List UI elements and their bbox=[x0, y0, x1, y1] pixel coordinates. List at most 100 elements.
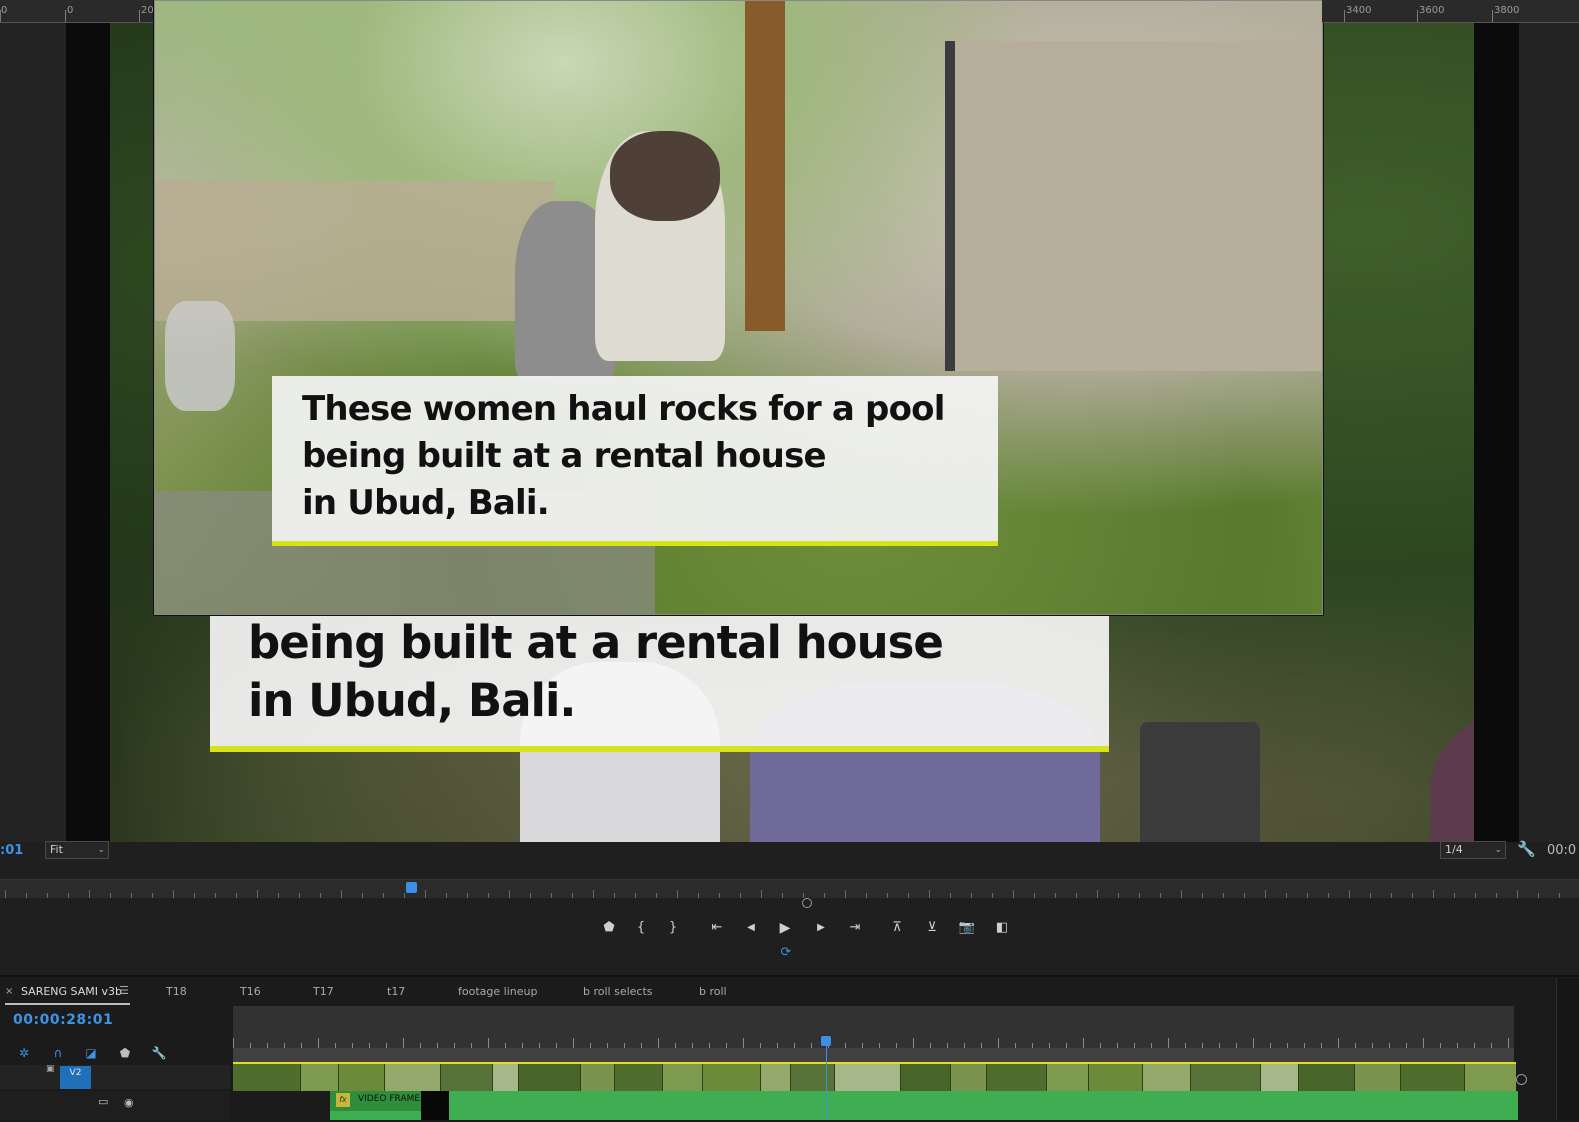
clip-thumbnail bbox=[493, 1064, 519, 1091]
step-forward-button[interactable]: ▶ bbox=[808, 918, 834, 938]
scrub-tick bbox=[803, 893, 804, 898]
snap-magnet-icon[interactable]: ∩ bbox=[49, 1046, 67, 1062]
scrub-tick bbox=[1559, 893, 1560, 898]
chevron-down-icon: ⌄ bbox=[97, 845, 105, 855]
scrub-tick bbox=[656, 893, 657, 898]
person-maroon bbox=[1430, 712, 1474, 842]
lift-button[interactable]: ⊼ bbox=[884, 918, 910, 938]
scrub-tick bbox=[1433, 890, 1434, 898]
zoom-level-value: Fit bbox=[50, 843, 63, 856]
ruler-tick bbox=[1492, 10, 1493, 22]
camera-icon[interactable]: ▭ bbox=[98, 1095, 108, 1108]
scrub-tick bbox=[1391, 893, 1392, 898]
go-to-in-button[interactable]: ⇤ bbox=[704, 918, 730, 938]
fx-badge[interactable]: fx bbox=[336, 1093, 350, 1107]
timeline-playhead[interactable] bbox=[821, 1036, 831, 1046]
clip-thumbnail bbox=[1355, 1064, 1401, 1091]
tab-t17[interactable]: T17 bbox=[313, 985, 334, 998]
clip-thumbnail bbox=[951, 1064, 987, 1091]
scrub-tick bbox=[1370, 893, 1371, 898]
resolution-value: 1/4 bbox=[1445, 843, 1463, 856]
scrub-playhead[interactable] bbox=[406, 882, 417, 893]
scrub-tick bbox=[572, 893, 573, 898]
comparison-view-button[interactable]: ◧ bbox=[989, 918, 1015, 938]
scrub-tick bbox=[530, 893, 531, 898]
play-button[interactable]: ▶ bbox=[772, 918, 798, 938]
video-frame-clip[interactable] bbox=[330, 1091, 1518, 1120]
overlay-video-frame[interactable]: These women haul rocks for a pool being … bbox=[154, 0, 1323, 615]
timeline-ruler[interactable] bbox=[233, 1006, 1514, 1048]
sync-lock-icon[interactable]: ▣ bbox=[46, 1064, 55, 1074]
playhead-timecode[interactable]: :01 bbox=[0, 843, 23, 858]
linked-selection-icon[interactable]: ◪ bbox=[82, 1046, 100, 1062]
scrub-tick bbox=[1328, 893, 1329, 898]
clip-thumbnail bbox=[1261, 1064, 1299, 1091]
playback-resolution-select[interactable]: 1/4 ⌄ bbox=[1440, 841, 1506, 859]
ruler-tick bbox=[65, 10, 66, 22]
track-v1-header[interactable] bbox=[0, 1091, 230, 1120]
clip-thumbnail bbox=[1089, 1064, 1143, 1091]
track-v2-target[interactable]: V2 bbox=[60, 1066, 91, 1089]
scrub-tick bbox=[1496, 893, 1497, 898]
tab-t17[interactable]: t17 bbox=[387, 985, 405, 998]
zoom-level-select[interactable]: Fit ⌄ bbox=[45, 841, 109, 859]
scrub-tick bbox=[824, 893, 825, 898]
close-tab-icon[interactable]: × bbox=[5, 986, 13, 997]
mark-in-button[interactable]: { bbox=[628, 918, 654, 938]
clip-thumbnail bbox=[615, 1064, 663, 1091]
scrub-tick bbox=[593, 890, 594, 898]
scrub-tick bbox=[866, 893, 867, 898]
tab-b-roll[interactable]: b roll bbox=[699, 985, 727, 998]
add-marker-button[interactable]: ⬟ bbox=[596, 918, 622, 938]
timeline-timecode[interactable]: 00:00:28:01 bbox=[13, 1012, 113, 1028]
step-back-button[interactable]: ◀ bbox=[738, 918, 764, 938]
scrub-tick bbox=[110, 893, 111, 898]
timeline-tick bbox=[913, 1038, 914, 1048]
tab-b-roll-selects[interactable]: b roll selects bbox=[583, 985, 653, 998]
scrub-tick bbox=[719, 893, 720, 898]
go-to-out-button[interactable]: ⇥ bbox=[842, 918, 868, 938]
tab-sareng-sami-v3b[interactable]: SARENG SAMI v3b bbox=[21, 985, 122, 998]
chevron-down-icon: ⌄ bbox=[1494, 845, 1502, 855]
clip-thumbnail bbox=[663, 1064, 703, 1091]
add-marker-icon[interactable]: ⬟ bbox=[116, 1046, 134, 1062]
scrub-tick bbox=[1265, 890, 1266, 898]
eye-icon[interactable]: ◉ bbox=[124, 1096, 134, 1109]
tab-t16[interactable]: T16 bbox=[240, 985, 261, 998]
timeline-tick bbox=[1423, 1038, 1424, 1048]
scrub-tick bbox=[1202, 893, 1203, 898]
track-v2-header[interactable] bbox=[0, 1065, 230, 1089]
duration-timecode: 00:0 bbox=[1547, 843, 1577, 858]
ruler-label: 3400 bbox=[1346, 5, 1372, 16]
tab-menu-icon[interactable]: ☰ bbox=[119, 984, 129, 997]
zoom-handle[interactable] bbox=[1516, 1074, 1527, 1085]
wrench-icon[interactable]: 🔧 bbox=[1517, 840, 1536, 858]
timeline-tick bbox=[403, 1038, 404, 1048]
clip-thumbnail bbox=[1401, 1064, 1465, 1091]
ruler-label: 3800 bbox=[1494, 5, 1520, 16]
scrub-tick bbox=[1454, 893, 1455, 898]
zoom-handle[interactable] bbox=[802, 898, 812, 908]
ruler-tick bbox=[0, 10, 1, 22]
scrub-bar[interactable] bbox=[0, 879, 1579, 898]
timeline-settings-icon[interactable]: 🔧 bbox=[150, 1046, 168, 1062]
scrub-tick bbox=[89, 890, 90, 898]
video-clip-strip[interactable] bbox=[233, 1064, 1516, 1091]
scrub-tick bbox=[5, 890, 6, 898]
scrub-tick bbox=[761, 890, 762, 898]
loop-button[interactable]: ⟳ bbox=[773, 945, 799, 961]
scrub-tick bbox=[509, 890, 510, 898]
timeline-scrollbar[interactable] bbox=[1556, 978, 1579, 1120]
monitor-ruler-left: 0 0 200 bbox=[0, 0, 153, 23]
clip-thumbnail bbox=[1047, 1064, 1089, 1091]
nest-sequence-icon[interactable]: ✲ bbox=[15, 1046, 33, 1062]
mark-out-button[interactable]: } bbox=[660, 918, 686, 938]
clip-thumbnail bbox=[1299, 1064, 1355, 1091]
export-frame-button[interactable]: 📷 bbox=[954, 918, 980, 938]
tab-footage-lineup[interactable]: footage lineup bbox=[458, 985, 537, 998]
tab-t18[interactable]: T18 bbox=[166, 985, 187, 998]
timeline-zoom-bar[interactable] bbox=[233, 1048, 1514, 1063]
clip-thumbnail bbox=[791, 1064, 835, 1091]
extract-button[interactable]: ⊻ bbox=[919, 918, 945, 938]
scrub-tick bbox=[152, 893, 153, 898]
